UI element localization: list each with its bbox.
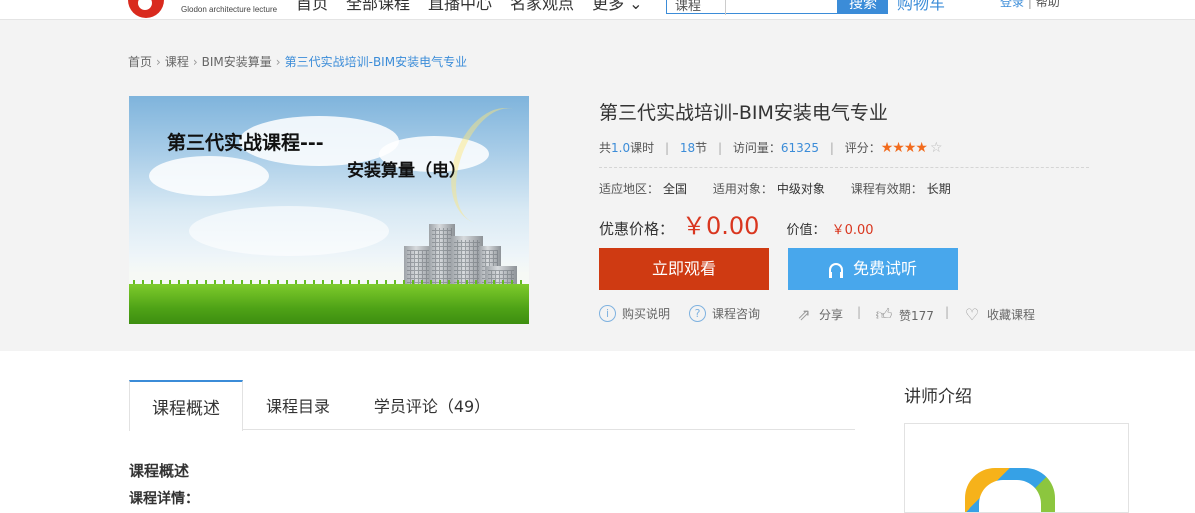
- logo-subtitle: Glodon architecture lecture: [181, 5, 278, 14]
- favorite-label: 收藏课程: [987, 308, 1036, 322]
- free-trial-label: 免费试听: [852, 259, 917, 278]
- audience-value: 中级对象: [776, 182, 825, 196]
- chevron-right-icon: ›: [156, 55, 161, 69]
- search-category-select[interactable]: 课程: [675, 0, 701, 14]
- rating-label: 评分：: [844, 141, 881, 155]
- audience-label: 适用对象：: [712, 182, 773, 196]
- teacher-logo-icon: [965, 468, 1055, 512]
- teacher-section-title: 讲师介绍: [904, 387, 972, 407]
- value-label: 价值：: [786, 223, 826, 238]
- course-sections: 18: [679, 141, 696, 155]
- nav-item-live[interactable]: 直播中心: [428, 0, 492, 14]
- cover-title-line1: 第三代实战课程---: [167, 132, 324, 154]
- info-icon: i: [599, 305, 616, 322]
- divider: |: [664, 141, 669, 155]
- tab-catalog[interactable]: 课程目录: [253, 380, 343, 430]
- like-label: 赞177: [899, 308, 934, 323]
- divider: |: [1027, 0, 1036, 9]
- value-amount: ￥0.00: [831, 223, 874, 238]
- chevron-right-icon: ›: [192, 55, 198, 69]
- section-subtitle: 课程详情：: [129, 491, 199, 507]
- breadcrumb-category[interactable]: BIM安装算量: [202, 55, 272, 69]
- course-hours: 1.0: [611, 141, 631, 155]
- search-button[interactable]: 搜索: [838, 0, 888, 14]
- purchase-info-link[interactable]: i 购买说明: [599, 305, 670, 322]
- divider: |: [945, 305, 950, 319]
- grass-shape: [129, 284, 529, 324]
- divider: |: [717, 141, 722, 155]
- course-tabs: 课程概述 课程目录 学员评论（49）: [129, 380, 855, 431]
- breadcrumb-courses[interactable]: 课程: [165, 55, 189, 69]
- thumbs-up-icon: 👍︎: [875, 305, 893, 324]
- search-input[interactable]: 课程: [666, 0, 838, 15]
- question-icon: ?: [689, 305, 706, 322]
- search-divider: [725, 0, 726, 15]
- breadcrumb-home[interactable]: 首页: [128, 55, 152, 69]
- nav-item-home[interactable]: 首页: [296, 0, 328, 14]
- cover-title-line2: 安装算量（电）: [347, 161, 466, 181]
- like-link[interactable]: 👍︎ 赞177: [875, 305, 934, 325]
- nav-item-experts[interactable]: 名家观点: [510, 0, 574, 14]
- headphones-icon: [828, 263, 843, 278]
- free-trial-button[interactable]: 免费试听: [788, 248, 958, 290]
- hours-suffix: 课时: [630, 141, 655, 155]
- cart-link[interactable]: 购物车: [897, 0, 945, 14]
- heart-icon: ♡: [964, 305, 980, 324]
- consult-label: 课程咨询: [712, 307, 761, 321]
- main-nav: 首页 全部课程 直播中心 名家观点 更多 ⌄: [296, 0, 643, 14]
- sections-suffix: 节: [695, 141, 708, 155]
- nav-item-more[interactable]: 更多 ⌄: [592, 0, 643, 14]
- validity-label: 课程有效期：: [850, 182, 923, 196]
- validity-value: 长期: [926, 182, 951, 196]
- cloud-shape: [189, 206, 389, 256]
- rating-stars: ★★★★: [880, 140, 928, 156]
- tab-reviews[interactable]: 学员评论（49）: [365, 380, 499, 430]
- help-link[interactable]: 帮助: [1036, 0, 1060, 9]
- course-stats: 共1.0课时 | 18节 | 访问量：61325 | 评分：★★★★ ☆: [599, 139, 943, 156]
- divider: |: [857, 305, 862, 319]
- region-label: 适应地区：: [599, 182, 660, 196]
- price-value: ￥0.00: [682, 212, 760, 240]
- share-label: 分享: [819, 308, 844, 322]
- price-row: 优惠价格： ￥0.00 价值： ￥0.00: [599, 206, 874, 241]
- region-value: 全国: [663, 182, 688, 196]
- star-empty-icon: ☆: [929, 140, 943, 156]
- share-link[interactable]: ⇗ 分享: [795, 305, 843, 324]
- course-cover-image: 第三代实战课程--- 安装算量（电）: [129, 96, 529, 324]
- hours-prefix: 共: [599, 141, 612, 155]
- tab-overview[interactable]: 课程概述: [129, 380, 243, 431]
- consult-link[interactable]: ? 课程咨询: [689, 305, 760, 322]
- visit-count: 61325: [780, 141, 820, 155]
- login-link[interactable]: 登录: [1000, 0, 1024, 9]
- course-attributes: 适应地区： 全国 适用对象： 中级对象 课程有效期： 长期: [599, 180, 973, 197]
- teacher-card: [904, 423, 1129, 513]
- share-icon: ⇗: [797, 305, 811, 324]
- purchase-info-label: 购买说明: [622, 307, 671, 321]
- logo-icon[interactable]: [128, 0, 164, 18]
- price-label: 优惠价格：: [599, 220, 675, 238]
- watch-now-button[interactable]: 立即观看: [599, 248, 769, 290]
- chevron-right-icon: ›: [275, 55, 281, 69]
- divider: [599, 167, 1089, 168]
- course-title: 第三代实战培训-BIM安装电气专业: [599, 102, 888, 124]
- login-help-links: 登录 | 帮助: [1000, 0, 1060, 10]
- breadcrumb-current[interactable]: 第三代实战培训-BIM安装电气专业: [285, 55, 467, 69]
- top-header: Glodon architecture lecture 首页 全部课程 直播中心…: [0, 0, 1195, 20]
- nav-item-all-courses[interactable]: 全部课程: [346, 0, 410, 14]
- divider: |: [829, 141, 834, 155]
- visits-label: 访问量：: [732, 141, 781, 155]
- section-title: 课程概述: [129, 462, 190, 480]
- cloud-shape: [149, 156, 269, 196]
- breadcrumb: 首页 › 课程 › BIM安装算量 › 第三代实战培训-BIM安装电气专业: [128, 53, 467, 70]
- favorite-link[interactable]: ♡ 收藏课程: [963, 305, 1035, 324]
